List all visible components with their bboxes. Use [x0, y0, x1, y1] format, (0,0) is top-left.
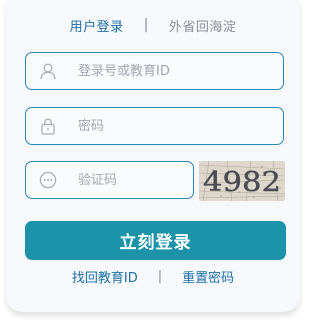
user-icon — [40, 63, 56, 80]
login-tabs: 用户登录 | 外省回海淀 — [6, 14, 300, 36]
username-input[interactable] — [78, 53, 268, 89]
captcha-image[interactable]: 4982 — [199, 161, 285, 201]
footer-links: 找回教育ID | 重置密码 — [6, 265, 300, 287]
username-field — [25, 52, 284, 90]
captcha-input[interactable] — [78, 162, 188, 198]
password-input[interactable] — [78, 108, 268, 144]
tab-separator: | — [143, 17, 149, 33]
captcha-field — [25, 161, 194, 199]
reset-password-link[interactable]: 重置密码 — [182, 267, 234, 286]
captcha-text: 4982 — [203, 167, 281, 198]
tab-other-province[interactable]: 外省回海淀 — [169, 16, 237, 35]
ellipsis-icon — [39, 171, 57, 189]
login-button[interactable]: 立刻登录 — [25, 221, 286, 260]
password-field — [25, 107, 284, 145]
lock-icon — [41, 118, 55, 135]
login-card: 用户登录 | 外省回海淀 登录号或教育ID 验证码 4982 立刻登录 找回教育… — [6, 0, 300, 312]
tab-user-login[interactable]: 用户登录 — [70, 16, 124, 35]
recover-id-link[interactable]: 找回教育ID — [72, 267, 138, 286]
link-separator: | — [157, 268, 163, 284]
captcha-graphic: 4982 — [199, 161, 285, 201]
